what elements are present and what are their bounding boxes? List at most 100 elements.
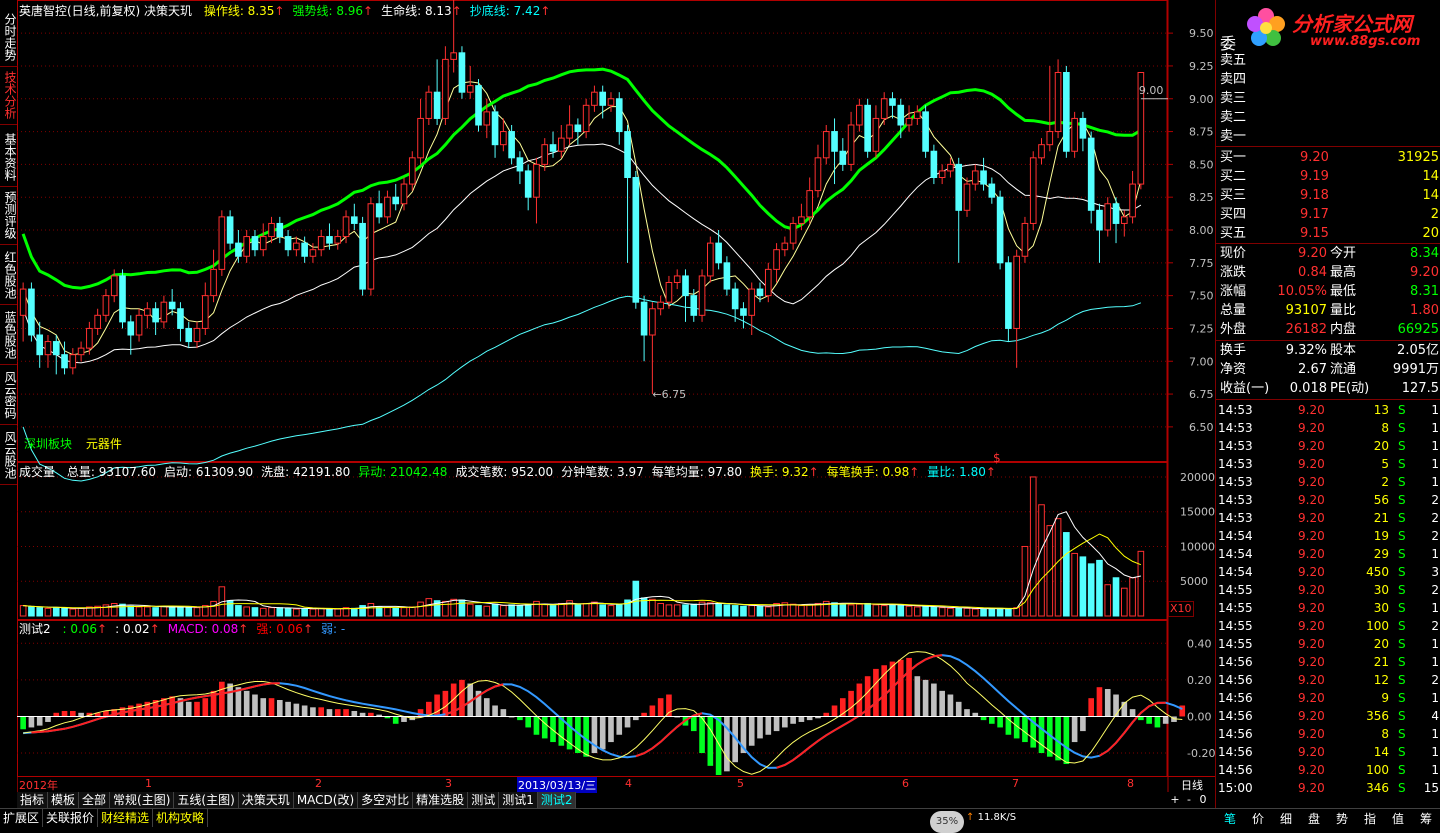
- left-nav-item[interactable]: 预测评级: [1, 186, 17, 244]
- time-axis: 2012年 1 2 3 2013/03/13/三 4 5 6 7 8 日线: [17, 776, 1215, 793]
- indicator-tab[interactable]: 测试: [468, 792, 500, 808]
- volume-bar: [193, 607, 201, 617]
- bottom-tab[interactable]: 机构攻略: [153, 809, 209, 827]
- macd-bar: [252, 694, 258, 717]
- tick-price: 9.20: [1298, 781, 1325, 795]
- tick-time: 14:56: [1218, 745, 1253, 759]
- volume-bar: [177, 606, 184, 617]
- price-axis-label: 8.50: [1189, 158, 1214, 171]
- tick-price: 9.20: [1298, 637, 1325, 651]
- volume-bar: [980, 608, 987, 617]
- indicator-tab[interactable]: 精准选股: [413, 792, 469, 808]
- left-nav-item[interactable]: 基本资料: [1, 128, 17, 186]
- left-nav-item[interactable]: 红色股池: [1, 246, 17, 304]
- tick-time: 15:00: [1218, 781, 1253, 795]
- time-axis-label: 2: [315, 777, 322, 790]
- indicator-tab[interactable]: 多空对比: [358, 792, 414, 808]
- candle-body: [309, 249, 317, 257]
- candle-body: [127, 321, 135, 336]
- candle: [226, 210, 234, 250]
- indicator-value: 异动: 21042.48: [358, 465, 448, 479]
- tick-count: 1: [1431, 439, 1439, 453]
- candle-body: [955, 163, 963, 211]
- macd-bar: [359, 712, 366, 717]
- candle-body: [177, 308, 184, 329]
- buy-volume: 31925: [1397, 150, 1439, 165]
- volume-bar: [988, 607, 996, 617]
- right-tab[interactable]: 盘: [1300, 809, 1328, 829]
- indicator-tab[interactable]: 指标: [17, 792, 49, 808]
- indicator-tab[interactable]: 全部: [79, 792, 111, 808]
- zoom-button[interactable]: 0: [1196, 792, 1210, 808]
- candle: [94, 308, 101, 335]
- tick-count: 1: [1431, 475, 1439, 489]
- volume-bar: [317, 607, 325, 617]
- volume-bar: [557, 602, 565, 617]
- tick-row: 14:54 9.20 19 S 2: [1216, 527, 1440, 545]
- bottom-tab[interactable]: 关联报价: [43, 809, 99, 827]
- right-tab[interactable]: 值: [1384, 809, 1412, 829]
- left-nav-item[interactable]: 蓝色股池: [1, 306, 17, 364]
- candle-body: [988, 183, 996, 198]
- left-nav-item[interactable]: 风云密码: [1, 366, 17, 424]
- indicator-tab[interactable]: 模板: [48, 792, 80, 808]
- tick-count: 2: [1431, 511, 1439, 525]
- right-tab[interactable]: 细: [1272, 809, 1300, 829]
- tick-time: 14:53: [1218, 511, 1253, 525]
- tick-time: 14:54: [1218, 547, 1253, 561]
- right-tab[interactable]: 指: [1356, 809, 1384, 829]
- indicator-tab[interactable]: 常规(主图): [110, 792, 175, 808]
- volume-bar: [723, 604, 731, 617]
- volume-bar: [508, 604, 515, 617]
- site-logo: 分析家公式网 www.88gs.com: [1234, 2, 1439, 52]
- right-tab[interactable]: 势: [1328, 809, 1356, 829]
- tick-row: 14:53 9.20 2 S 1: [1216, 473, 1440, 491]
- tick-price: 9.20: [1298, 511, 1325, 525]
- volume-bar: [1112, 577, 1120, 617]
- up-arrow-icon: ↑: [909, 465, 920, 479]
- volume-bar: [690, 603, 698, 617]
- indicator-tab[interactable]: 决策天玑: [238, 792, 294, 808]
- bottom-tab[interactable]: 扩展区: [0, 809, 44, 827]
- tick-price: 9.20: [1298, 673, 1325, 687]
- macd-bar: [293, 703, 300, 717]
- tick-volume: 8: [1381, 421, 1389, 435]
- tick-time: 14:53: [1218, 475, 1253, 489]
- right-tab[interactable]: 价: [1244, 809, 1272, 829]
- tick-volume: 13: [1373, 403, 1389, 417]
- candle: [193, 321, 201, 349]
- volume-axis-label: 15000: [1180, 506, 1215, 519]
- tick-count: 3: [1431, 565, 1439, 579]
- zoom-button[interactable]: +: [1168, 792, 1182, 808]
- tick-side: S: [1398, 457, 1406, 471]
- right-tab[interactable]: 笔: [1216, 809, 1244, 829]
- tick-count: 1: [1431, 763, 1439, 777]
- buy-level: 买四 9.17 2: [1216, 206, 1440, 224]
- left-nav-item[interactable]: 技术分析: [1, 66, 17, 124]
- chart-area[interactable]: 9.50 9.25 9.00 8.75 8.50 8.25 8.00 7.75 7.50 7.25…: [17, 0, 1215, 792]
- candle: [458, 46, 466, 99]
- up-arrow-icon: ↑: [540, 4, 551, 18]
- tick-side: S: [1398, 403, 1406, 417]
- zoom-button[interactable]: -: [1182, 792, 1196, 808]
- indicator-tab[interactable]: MACD(改): [293, 792, 359, 808]
- bottom-tab[interactable]: 财经精选: [98, 809, 154, 827]
- tick-time: 14:55: [1218, 619, 1253, 633]
- volume-bar: [301, 608, 308, 617]
- indicator-tab[interactable]: 五线(主图): [174, 792, 239, 808]
- indicator-value: 总量: 93107.60: [66, 465, 156, 479]
- stat-label: PE(动): [1330, 381, 1370, 396]
- right-tab[interactable]: 筹: [1412, 809, 1440, 829]
- left-nav-item[interactable]: 风云股池: [1, 426, 17, 484]
- left-nav-item[interactable]: 分时走势: [1, 8, 17, 66]
- tick-row: 14:53 9.20 13 S 1: [1216, 401, 1440, 419]
- indicator-tab[interactable]: 测试1: [499, 792, 538, 808]
- stat-row: 换手 9.32% 股本 2.05亿: [1216, 342, 1440, 360]
- macd-bar: [318, 707, 325, 717]
- candle: [425, 85, 433, 125]
- tick-side: S: [1398, 583, 1406, 597]
- indicator-tab[interactable]: 测试2: [537, 792, 577, 808]
- buy-label: 买一: [1220, 150, 1247, 165]
- macd-bar: [1071, 716, 1078, 743]
- candle-body: [110, 275, 118, 297]
